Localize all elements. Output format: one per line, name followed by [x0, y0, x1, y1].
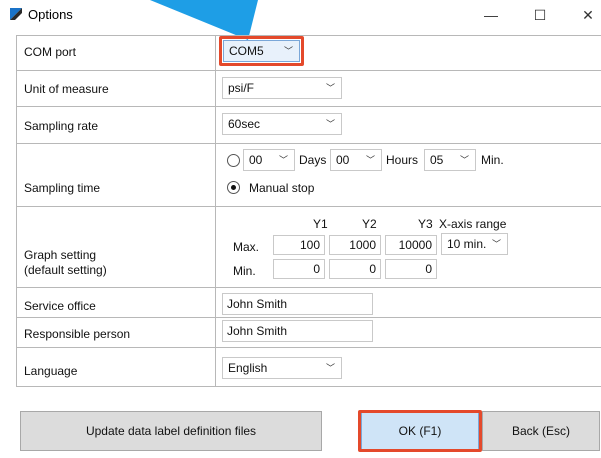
com-port-select[interactable]: COM5 ﹀	[223, 40, 300, 62]
x-axis-range-select[interactable]: 10 min. ﹀	[441, 233, 508, 255]
app-icon	[10, 8, 22, 20]
y2-max-input[interactable]: 1000	[329, 235, 381, 255]
responsible-person-label: Responsible person	[24, 327, 131, 341]
update-labels-button[interactable]: Update data label definition files	[20, 411, 322, 451]
window-title: Options	[28, 7, 73, 22]
com-port-value: COM5	[229, 44, 264, 58]
service-office-label: Service office	[24, 299, 96, 313]
chevron-down-icon: ﹀	[278, 155, 288, 165]
x-axis-range-header: X-axis range	[439, 217, 507, 231]
row-divider	[16, 35, 601, 36]
row-divider	[16, 317, 601, 318]
x-axis-range-value: 10 min.	[447, 237, 487, 251]
chevron-down-icon: ﹀	[283, 46, 293, 56]
graph-setting-sublabel: (default setting)	[24, 263, 107, 277]
chevron-down-icon: ﹀	[459, 155, 469, 165]
days-value: 00	[249, 153, 263, 167]
timed-radio[interactable]	[227, 154, 240, 167]
row-divider	[16, 70, 601, 71]
row-divider	[16, 206, 601, 207]
minutes-value: 05	[430, 153, 444, 167]
column-divider	[215, 35, 216, 386]
manual-stop-radio[interactable]	[227, 181, 240, 194]
close-button[interactable]: ✕	[575, 4, 601, 26]
chevron-down-icon: ﹀	[325, 83, 335, 93]
y1-header: Y1	[313, 217, 328, 231]
sampling-rate-value: 60sec	[228, 117, 261, 131]
row-divider	[16, 106, 601, 107]
minutes-select[interactable]: 05 ﹀	[424, 149, 476, 171]
title-bar	[0, 0, 601, 32]
com-port-label: COM port	[24, 45, 77, 59]
y3-min-input[interactable]: 0	[385, 259, 437, 279]
service-office-input[interactable]: John Smith	[222, 293, 373, 315]
days-label: Days	[299, 153, 327, 167]
minutes-label: Min.	[481, 153, 504, 167]
max-label: Max.	[233, 240, 260, 254]
hours-select[interactable]: 00 ﹀	[330, 149, 382, 171]
y2-header: Y2	[362, 217, 377, 231]
unit-label: Unit of measure	[24, 82, 109, 96]
ok-button-highlight	[358, 410, 482, 452]
y1-min-input[interactable]: 0	[273, 259, 325, 279]
chevron-down-icon: ﹀	[365, 155, 375, 165]
language-label: Language	[24, 364, 78, 378]
manual-stop-label: Manual stop	[249, 181, 315, 195]
row-divider	[16, 386, 601, 387]
y3-header: Y3	[418, 217, 433, 231]
unit-value: psi/F	[228, 81, 255, 95]
days-select[interactable]: 00 ﹀	[243, 149, 295, 171]
chevron-down-icon: ﹀	[491, 239, 501, 249]
y3-max-input[interactable]: 10000	[385, 235, 437, 255]
row-divider	[16, 143, 601, 144]
chevron-down-icon: ﹀	[325, 119, 335, 129]
sampling-rate-label: Sampling rate	[24, 119, 99, 133]
sampling-rate-select[interactable]: 60sec ﹀	[222, 113, 342, 135]
maximize-button[interactable]: ☐	[527, 4, 553, 26]
unit-select[interactable]: psi/F ﹀	[222, 77, 342, 99]
back-button[interactable]: Back (Esc)	[482, 411, 600, 451]
min-label: Min.	[233, 264, 256, 278]
row-divider	[16, 347, 601, 348]
responsible-person-input[interactable]: John Smith	[222, 320, 373, 342]
table-left-border	[16, 35, 17, 386]
graph-setting-label: Graph setting	[24, 248, 97, 262]
chevron-down-icon: ﹀	[325, 363, 335, 373]
language-value: English	[228, 361, 268, 375]
minimize-button[interactable]: —	[478, 4, 504, 26]
row-divider	[16, 287, 601, 288]
y2-min-input[interactable]: 0	[329, 259, 381, 279]
sampling-time-label: Sampling time	[24, 181, 101, 195]
hours-label: Hours	[386, 153, 419, 167]
hours-value: 00	[336, 153, 350, 167]
y1-max-input[interactable]: 100	[273, 235, 325, 255]
language-select[interactable]: English ﹀	[222, 357, 342, 379]
